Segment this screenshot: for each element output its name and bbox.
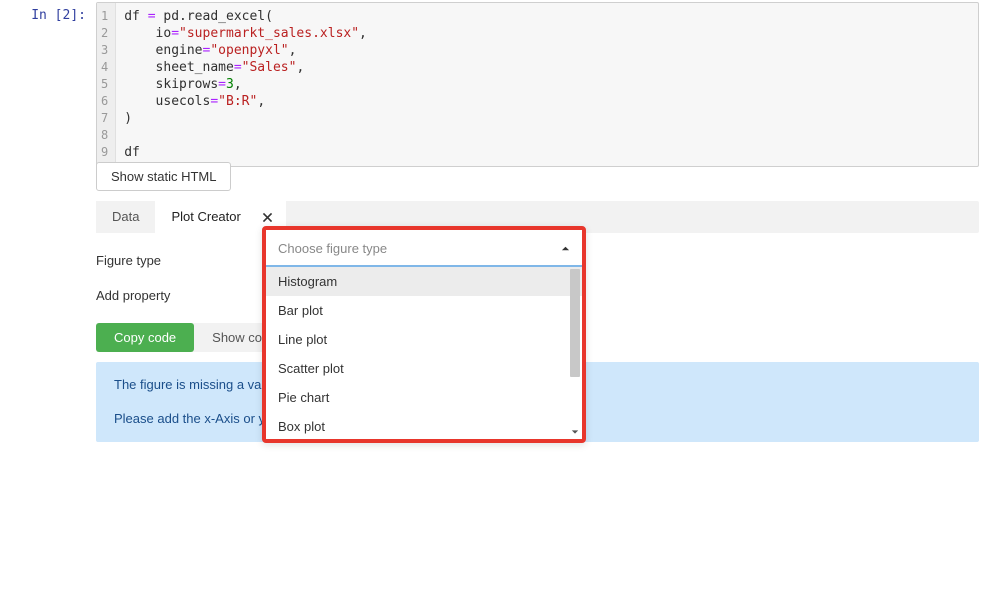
code-token: 3 (226, 77, 234, 92)
cell-prompt: In [2]: (0, 8, 96, 23)
dropdown-option-histogram[interactable]: Histogram (266, 267, 582, 296)
show-static-html-button[interactable]: Show static HTML (96, 162, 231, 191)
code-token: "B:R" (218, 94, 257, 109)
line-number: 1 (101, 8, 108, 25)
line-number: 9 (101, 144, 108, 161)
code-token: = (218, 77, 226, 92)
line-number: 5 (101, 76, 108, 93)
dropdown-option-bar-plot[interactable]: Bar plot (266, 296, 582, 325)
code-token: = (234, 60, 242, 75)
copy-code-button[interactable]: Copy code (96, 323, 194, 352)
dropdown-option-line-plot[interactable]: Line plot (266, 325, 582, 354)
line-number: 2 (101, 25, 108, 42)
scrollbar-thumb[interactable] (570, 269, 580, 377)
code-token: "supermarkt_sales.xlsx" (179, 26, 359, 41)
add-property-label: Add property (96, 288, 266, 303)
chevron-up-icon (561, 241, 570, 256)
code-token: = (148, 9, 156, 24)
code-token: sheet_name (156, 60, 234, 75)
code-token: engine (156, 43, 203, 58)
code-token: df (124, 9, 140, 24)
line-number: 7 (101, 110, 108, 127)
tab-data[interactable]: Data (96, 201, 155, 233)
code-token: , (289, 43, 297, 58)
code-token: ) (124, 111, 132, 126)
close-icon (261, 211, 274, 224)
code-token: read_excel (187, 9, 265, 24)
code-token: df (124, 145, 140, 160)
code-token: = (171, 26, 179, 41)
code-token: usecols (156, 94, 211, 109)
code-token: , (234, 77, 242, 92)
figure-type-dropdown[interactable]: Choose figure type Histogram Bar plot Li… (262, 226, 586, 443)
code-token: io (156, 26, 172, 41)
dropdown-placeholder: Choose figure type (278, 241, 387, 256)
code-token: skiprows (156, 77, 219, 92)
line-number: 6 (101, 93, 108, 110)
line-number: 4 (101, 59, 108, 76)
code-body[interactable]: df = pd.read_excel( io="supermarkt_sales… (116, 3, 375, 166)
dropdown-option-scatter-plot[interactable]: Scatter plot (266, 354, 582, 383)
code-token: , (359, 26, 367, 41)
chevron-down-icon[interactable] (570, 427, 580, 437)
code-cell[interactable]: 1 2 3 4 5 6 7 8 9 df = pd.read_excel( io… (96, 2, 979, 167)
line-number: 3 (101, 42, 108, 59)
dropdown-list: Histogram Bar plot Line plot Scatter plo… (266, 267, 582, 439)
code-token: pd (163, 9, 179, 24)
code-token: ( (265, 9, 273, 24)
line-number: 8 (101, 127, 108, 144)
figure-type-label: Figure type (96, 253, 266, 268)
code-token: . (179, 9, 187, 24)
code-gutter: 1 2 3 4 5 6 7 8 9 (97, 3, 116, 166)
code-token: = (210, 94, 218, 109)
dropdown-option-pie-chart[interactable]: Pie chart (266, 383, 582, 412)
code-token: , (296, 60, 304, 75)
tab-plot-creator[interactable]: Plot Creator (155, 201, 256, 233)
dropdown-head[interactable]: Choose figure type (266, 230, 582, 267)
dropdown-scrollbar[interactable] (570, 269, 580, 437)
dropdown-option-box-plot[interactable]: Box plot (266, 412, 582, 439)
code-token: "openpyxl" (210, 43, 288, 58)
code-token: , (257, 94, 265, 109)
code-token: "Sales" (242, 60, 297, 75)
